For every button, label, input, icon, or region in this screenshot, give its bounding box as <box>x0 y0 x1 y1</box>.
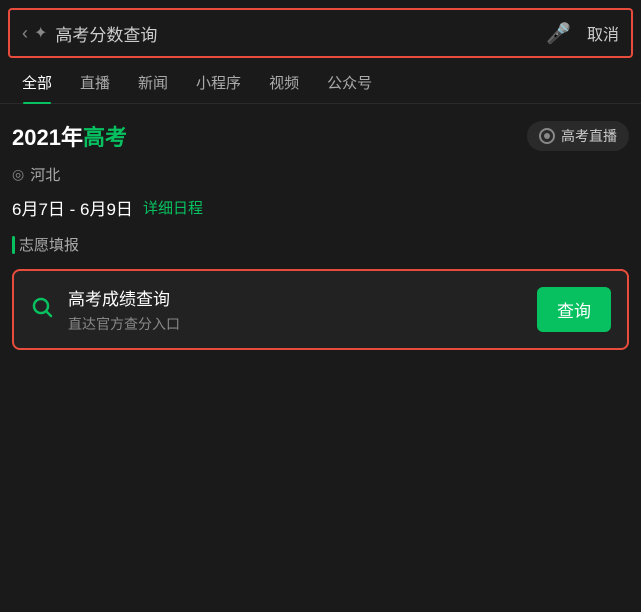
volunteer-divider <box>12 236 15 254</box>
gaokao-volunteer-row: 志愿填报 <box>12 234 629 255</box>
gaokao-info-card: 2021年高考 高考直播 ◎ 河北 6月7日 - 6月9日 详细日程 志愿填报 <box>12 120 629 350</box>
cancel-button[interactable]: 取消 <box>587 21 619 45</box>
main-content: 2021年高考 高考直播 ◎ 河北 6月7日 - 6月9日 详细日程 志愿填报 <box>0 104 641 350</box>
search-query-text[interactable]: 高考分数查询 <box>55 21 546 46</box>
live-dot-icon <box>539 128 555 144</box>
score-query-text-block: 高考成绩查询 直达官方查分入口 <box>68 285 537 334</box>
tab-all[interactable]: 全部 <box>8 62 66 103</box>
location-icon: ◎ <box>12 166 24 183</box>
score-query-subtitle: 直达官方查分入口 <box>68 314 537 334</box>
search-header: ‹ ✦ 高考分数查询 🎤 取消 <box>8 8 633 58</box>
score-query-title: 高考成绩查询 <box>68 285 537 310</box>
tab-official-account[interactable]: 公众号 <box>313 62 386 103</box>
gaokao-live-button[interactable]: 高考直播 <box>527 121 629 151</box>
gaokao-title-row: 2021年高考 高考直播 <box>12 120 629 152</box>
gaokao-location-row: ◎ 河北 <box>12 164 629 185</box>
gaokao-location: 河北 <box>30 164 60 185</box>
gaokao-date-range: 6月7日 - 6月9日 <box>12 195 133 220</box>
score-search-icon <box>30 295 54 325</box>
live-label: 高考直播 <box>561 126 617 146</box>
tab-video[interactable]: 视频 <box>255 62 313 103</box>
tab-bar: 全部 直播 新闻 小程序 视频 公众号 <box>0 62 641 104</box>
tab-news[interactable]: 新闻 <box>124 62 182 103</box>
back-icon[interactable]: ‹ <box>22 23 28 44</box>
gaokao-title: 2021年高考 <box>12 120 127 152</box>
tab-miniapp[interactable]: 小程序 <box>182 62 255 103</box>
gaokao-volunteer-label: 志愿填报 <box>19 234 79 255</box>
tab-live[interactable]: 直播 <box>66 62 124 103</box>
gaokao-date-row: 6月7日 - 6月9日 详细日程 <box>12 195 629 220</box>
search-decorative-icon: ✦ <box>34 23 47 43</box>
score-query-box: 高考成绩查询 直达官方查分入口 查询 <box>12 269 629 350</box>
score-query-button[interactable]: 查询 <box>537 287 611 332</box>
gaokao-detail-schedule-link[interactable]: 详细日程 <box>143 197 203 218</box>
microphone-icon[interactable]: 🎤 <box>546 21 571 46</box>
